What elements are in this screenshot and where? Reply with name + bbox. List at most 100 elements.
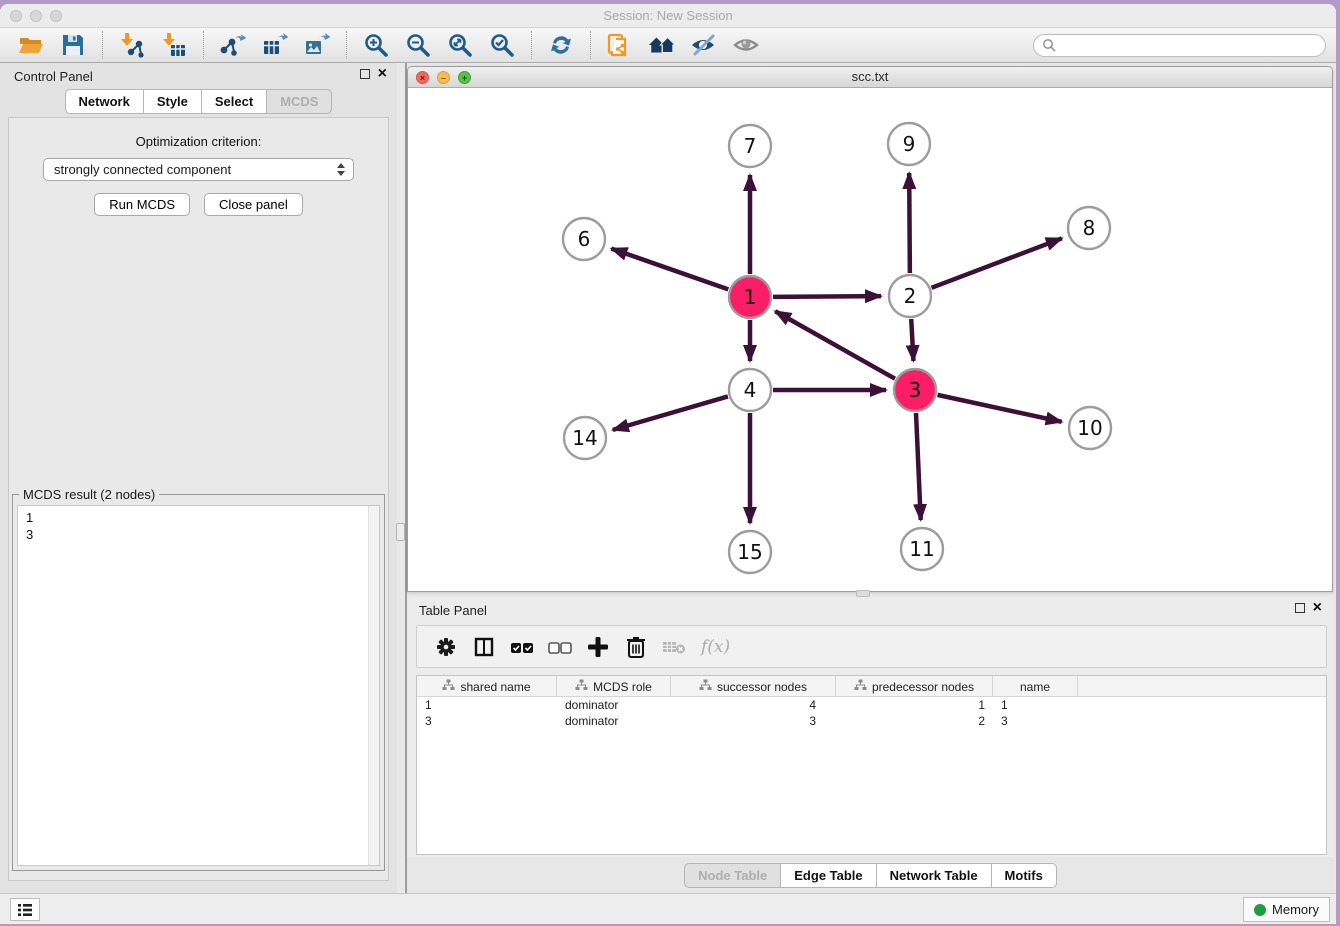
- network-zoom-button[interactable]: +: [458, 71, 471, 84]
- zoom-fit-icon[interactable]: [446, 31, 474, 59]
- graph-node-label-4: 4: [744, 378, 757, 402]
- table-cell[interactable]: 3: [993, 714, 1078, 728]
- open-session-icon[interactable]: [17, 31, 45, 59]
- graph-node-label-7: 7: [744, 134, 757, 158]
- result-line: 1: [26, 509, 371, 526]
- control-panel-tabs: NetworkStyleSelectMCDS: [0, 89, 397, 114]
- list-icon: [17, 903, 33, 917]
- zoom-in-icon[interactable]: [362, 31, 390, 59]
- deselect-all-icon[interactable]: [545, 632, 575, 662]
- toolbar-separator: [531, 31, 532, 59]
- network-minimize-button[interactable]: –: [437, 71, 450, 84]
- graph-edge-2-8[interactable]: [932, 238, 1062, 288]
- graph-edge-3-11[interactable]: [916, 413, 921, 520]
- task-history-button[interactable]: [10, 898, 40, 921]
- select-all-icon[interactable]: [507, 632, 537, 662]
- table-cell[interactable]: 2: [836, 714, 993, 728]
- graph-node-label-14: 14: [572, 426, 597, 450]
- graph-edge-2-3[interactable]: [911, 319, 913, 361]
- table-cell[interactable]: 1: [993, 698, 1078, 712]
- column-header-MCDS-role[interactable]: MCDS role: [557, 676, 671, 697]
- export-network-icon[interactable]: [219, 31, 247, 59]
- criterion-value: strongly connected component: [54, 162, 231, 177]
- network-canvas[interactable]: 7968124314101511: [408, 88, 1332, 591]
- show-all-icon[interactable]: [732, 31, 760, 59]
- column-header-shared-name[interactable]: shared name: [417, 676, 557, 697]
- memory-button[interactable]: Memory: [1243, 897, 1330, 922]
- control-tab-style[interactable]: Style: [143, 89, 202, 114]
- graph-node-label-9: 9: [903, 132, 916, 156]
- export-image-icon[interactable]: [303, 31, 331, 59]
- hide-selected-icon[interactable]: [690, 31, 718, 59]
- main-area: Control Panel × NetworkStyleSelectMCDS O…: [0, 63, 1336, 893]
- column-header-successor-nodes[interactable]: successor nodes: [671, 676, 836, 697]
- search-input[interactable]: [1056, 38, 1317, 52]
- export-table-icon[interactable]: [261, 31, 289, 59]
- table-row[interactable]: 3dominator323: [417, 713, 1326, 729]
- add-column-icon[interactable]: [583, 632, 613, 662]
- function-builder-icon[interactable]: f(x): [701, 637, 730, 657]
- graph-edge-3-10[interactable]: [937, 395, 1061, 422]
- float-panel-icon[interactable]: [360, 69, 370, 79]
- column-header-predecessor-nodes[interactable]: predecessor nodes: [836, 676, 993, 697]
- table-row[interactable]: 1dominator411: [417, 697, 1326, 713]
- graph-node-label-10: 10: [1077, 416, 1102, 440]
- split-view-icon[interactable]: [469, 632, 499, 662]
- import-table-icon[interactable]: [160, 31, 188, 59]
- table-cell[interactable]: 4: [671, 698, 836, 712]
- graph-edge-2-9[interactable]: [909, 173, 910, 273]
- gear-icon[interactable]: [431, 632, 461, 662]
- criterion-dropdown[interactable]: strongly connected component: [43, 158, 354, 181]
- control-tab-mcds[interactable]: MCDS: [266, 89, 332, 114]
- graph-edge-3-1[interactable]: [775, 311, 895, 378]
- control-tab-network[interactable]: Network: [65, 89, 144, 114]
- table-cell[interactable]: 1: [417, 698, 557, 712]
- table-rows: 1dominator4113dominator323: [417, 697, 1326, 729]
- graph-node-label-6: 6: [578, 227, 591, 251]
- mcds-result-lines: 13: [18, 506, 379, 546]
- table-cell[interactable]: dominator: [557, 698, 671, 712]
- zoom-selected-icon[interactable]: [488, 31, 516, 59]
- graph-edge-1-2[interactable]: [773, 296, 881, 297]
- table-tab-node-table[interactable]: Node Table: [684, 863, 781, 888]
- table-cell[interactable]: 3: [417, 714, 557, 728]
- table-float-panel-icon[interactable]: [1295, 603, 1305, 613]
- result-line: 3: [26, 526, 371, 543]
- vertical-splitter-handle[interactable]: [396, 523, 405, 541]
- apply-layout-icon[interactable]: [547, 31, 575, 59]
- table-tab-edge-table[interactable]: Edge Table: [780, 863, 876, 888]
- home-icon[interactable]: [648, 31, 676, 59]
- close-window-button[interactable]: [10, 10, 22, 22]
- delete-table-icon[interactable]: [659, 632, 689, 662]
- clone-network-icon[interactable]: [606, 31, 634, 59]
- table-tab-motifs[interactable]: Motifs: [991, 863, 1057, 888]
- network-graph[interactable]: 7968124314101511: [408, 88, 1332, 591]
- table-cell[interactable]: 1: [836, 698, 993, 712]
- table-close-panel-icon[interactable]: ×: [1313, 602, 1322, 614]
- network-close-button[interactable]: ×: [416, 71, 429, 84]
- node-table: shared name MCDS role successor nodes prede…: [416, 675, 1327, 855]
- save-session-icon[interactable]: [59, 31, 87, 59]
- table-cell[interactable]: dominator: [557, 714, 671, 728]
- graph-edge-4-14[interactable]: [613, 396, 728, 429]
- column-label: MCDS role: [593, 680, 652, 694]
- column-header-name[interactable]: name: [993, 676, 1078, 697]
- horizontal-splitter-handle[interactable]: [856, 590, 870, 597]
- zoom-out-icon[interactable]: [404, 31, 432, 59]
- column-label: successor nodes: [717, 680, 807, 694]
- table-tab-network-table[interactable]: Network Table: [876, 863, 992, 888]
- table-cell[interactable]: 3: [671, 714, 836, 728]
- close-panel-icon[interactable]: ×: [378, 68, 387, 80]
- mcds-result-box[interactable]: 13: [17, 505, 380, 866]
- control-tab-select[interactable]: Select: [201, 89, 267, 114]
- result-scrollbar[interactable]: [368, 506, 379, 865]
- run-mcds-button[interactable]: Run MCDS: [94, 193, 190, 216]
- delete-column-icon[interactable]: [621, 632, 651, 662]
- graph-edge-1-6[interactable]: [611, 249, 728, 290]
- import-network-icon[interactable]: [118, 31, 146, 59]
- dropdown-stepper-icon: [337, 163, 345, 176]
- minimize-window-button[interactable]: [30, 10, 42, 22]
- search-field[interactable]: [1033, 34, 1326, 57]
- close-panel-button[interactable]: Close panel: [204, 193, 303, 216]
- maximize-window-button[interactable]: [50, 10, 62, 22]
